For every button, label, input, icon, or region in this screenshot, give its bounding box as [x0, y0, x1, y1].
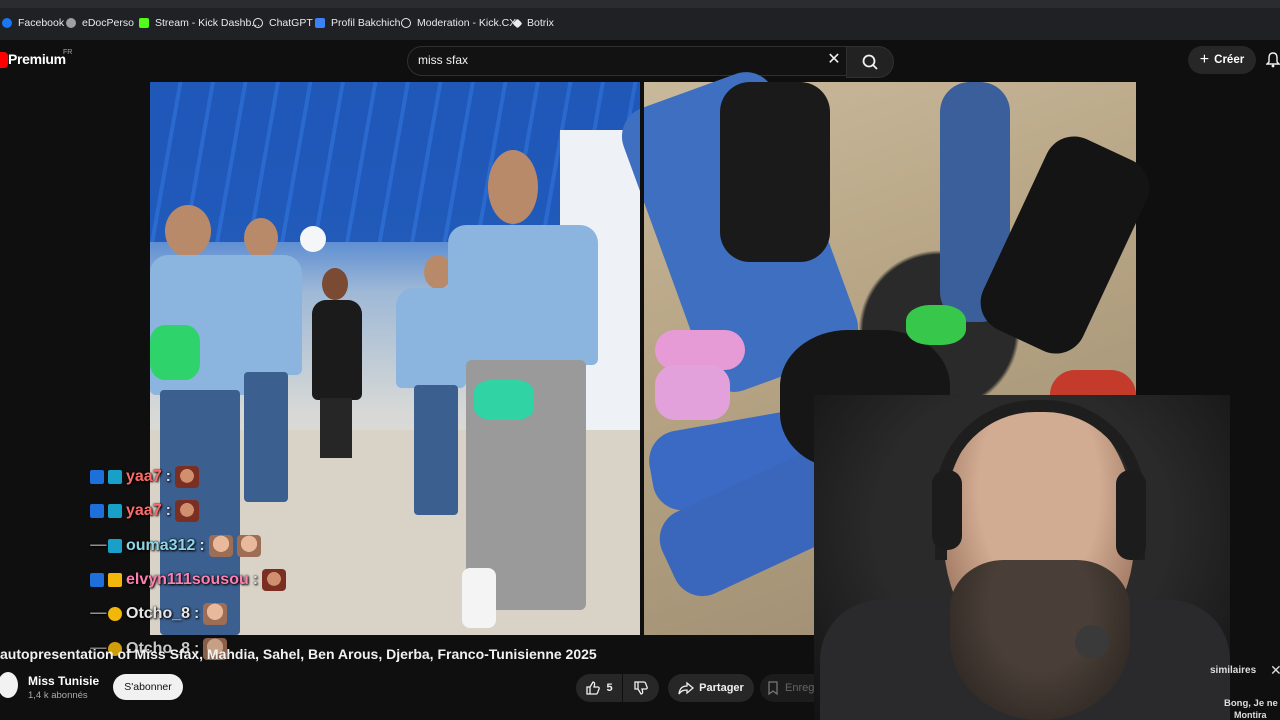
- green-bag: [474, 380, 534, 420]
- gift-badge-icon: [108, 607, 122, 621]
- chat-message: ⸺ Otcho_8 :: [90, 602, 228, 626]
- youtube-logo-icon[interactable]: [0, 52, 8, 68]
- bookmark-moderation-kick[interactable]: Moderation - Kick.CX: [401, 12, 516, 34]
- microphone-icon: [1075, 625, 1109, 659]
- thumbs-down-icon: [634, 681, 648, 695]
- emote-icon: [174, 500, 199, 522]
- emote-icon: [208, 535, 233, 557]
- video-title: autopresentation of Miss Sfax, Mahdia, S…: [0, 646, 597, 662]
- logo-text[interactable]: Premium: [8, 51, 66, 67]
- chat-username[interactable]: ouma312: [126, 537, 195, 555]
- thumbs-up-icon: [586, 681, 601, 695]
- chat-message: elvyn111sousou :: [90, 568, 287, 592]
- crown-badge-icon: [108, 573, 122, 587]
- sidebar-next-title-2: Montira: [1234, 710, 1267, 720]
- bookmark-icon: [768, 681, 778, 696]
- pink-sneaker: [655, 330, 745, 370]
- chat-username[interactable]: yaa7: [126, 468, 162, 486]
- search-button[interactable]: [846, 46, 894, 78]
- search-input[interactable]: [407, 46, 847, 76]
- emote-icon: [262, 569, 287, 591]
- chat-username[interactable]: Otcho_8: [126, 605, 190, 623]
- like-count: 5: [606, 682, 613, 694]
- share-button[interactable]: Partager: [668, 674, 754, 702]
- girl-body: [312, 300, 362, 400]
- scout-head: [488, 150, 538, 224]
- search-query[interactable]: miss sfax: [418, 53, 468, 67]
- subscriber-count: 1,4 k abonnés: [28, 690, 88, 701]
- channel-avatar[interactable]: [0, 672, 18, 698]
- pink-sneaker: [655, 365, 730, 420]
- scout-pants: [244, 372, 288, 502]
- chat-username[interactable]: elvyn111sousou: [126, 571, 249, 589]
- bookmark-site-icon: [315, 18, 325, 28]
- sidebar-next-title[interactable]: Bong, Je ne: [1224, 698, 1278, 709]
- clear-search-icon[interactable]: ✕: [824, 50, 844, 70]
- emote-icon: [174, 466, 199, 488]
- scout-head: [165, 205, 211, 257]
- dislike-button[interactable]: [623, 674, 659, 702]
- chatgpt-icon: [253, 18, 263, 28]
- create-button[interactable]: + Créer: [1188, 46, 1256, 74]
- bookmark-botrix[interactable]: Botrix: [512, 12, 554, 34]
- scout-head: [244, 218, 278, 258]
- headset-earcup: [1116, 470, 1146, 560]
- subscribe-button[interactable]: S'abonner: [113, 674, 183, 700]
- logo-region: FR: [63, 49, 73, 56]
- chat-message: yaa7 :: [90, 499, 199, 523]
- light-fixture: [300, 226, 326, 252]
- subscriber-badge-icon: [108, 539, 122, 553]
- notifications-bell-icon[interactable]: [1265, 52, 1280, 68]
- bookmark-profil-bakchich[interactable]: Profil Bakchich: [315, 12, 400, 34]
- girl-legs: [320, 398, 352, 458]
- globe-icon: [66, 18, 76, 28]
- gear-icon: [401, 18, 411, 28]
- bookmark-chatgpt[interactable]: ChatGPT: [253, 12, 313, 34]
- moderator-badge-icon: [90, 573, 104, 587]
- subscriber-badge-icon: [108, 470, 122, 484]
- facebook-icon: [2, 18, 12, 28]
- bookmark-kick-dashboard[interactable]: Stream - Kick Dashb...: [139, 12, 260, 34]
- kick-icon: [139, 18, 149, 28]
- moderator-badge-icon: [90, 470, 104, 484]
- chat-username[interactable]: yaa7: [126, 502, 162, 520]
- sword-badge-icon: ⸺: [90, 540, 107, 551]
- chat-message: yaa7 :: [90, 465, 199, 489]
- sword-badge-icon: ⸺: [90, 608, 107, 619]
- arm-black: [720, 82, 830, 262]
- chat-message: ⸺ ouma312 :: [90, 534, 261, 558]
- search-icon: [862, 54, 878, 70]
- like-button[interactable]: 5: [576, 674, 622, 702]
- similar-videos-chip[interactable]: similaires: [1210, 665, 1256, 676]
- sneaker: [462, 568, 496, 628]
- scout-pants: [414, 385, 458, 515]
- channel-name[interactable]: Miss Tunisie: [28, 674, 99, 688]
- headset-earcup: [932, 470, 962, 550]
- moderator-badge-icon: [90, 504, 104, 518]
- subscriber-badge-icon: [108, 504, 122, 518]
- emote-icon: [236, 535, 261, 557]
- girl-head: [322, 268, 348, 300]
- diamond-icon: [512, 18, 523, 28]
- video-split-divider: [640, 82, 644, 635]
- green-bag: [150, 325, 200, 380]
- scout-body: [448, 225, 598, 365]
- plus-icon: +: [1199, 51, 1210, 68]
- emote-icon: [203, 603, 228, 625]
- bookmark-facebook[interactable]: Facebook: [2, 12, 64, 34]
- share-icon: [678, 681, 695, 695]
- green-glove: [906, 305, 966, 345]
- scout-body: [232, 255, 302, 375]
- close-icon[interactable]: ✕: [1270, 662, 1280, 679]
- browser-tab-strip-edge: [0, 0, 1280, 8]
- bookmark-edocperso[interactable]: eDocPerso: [66, 12, 134, 34]
